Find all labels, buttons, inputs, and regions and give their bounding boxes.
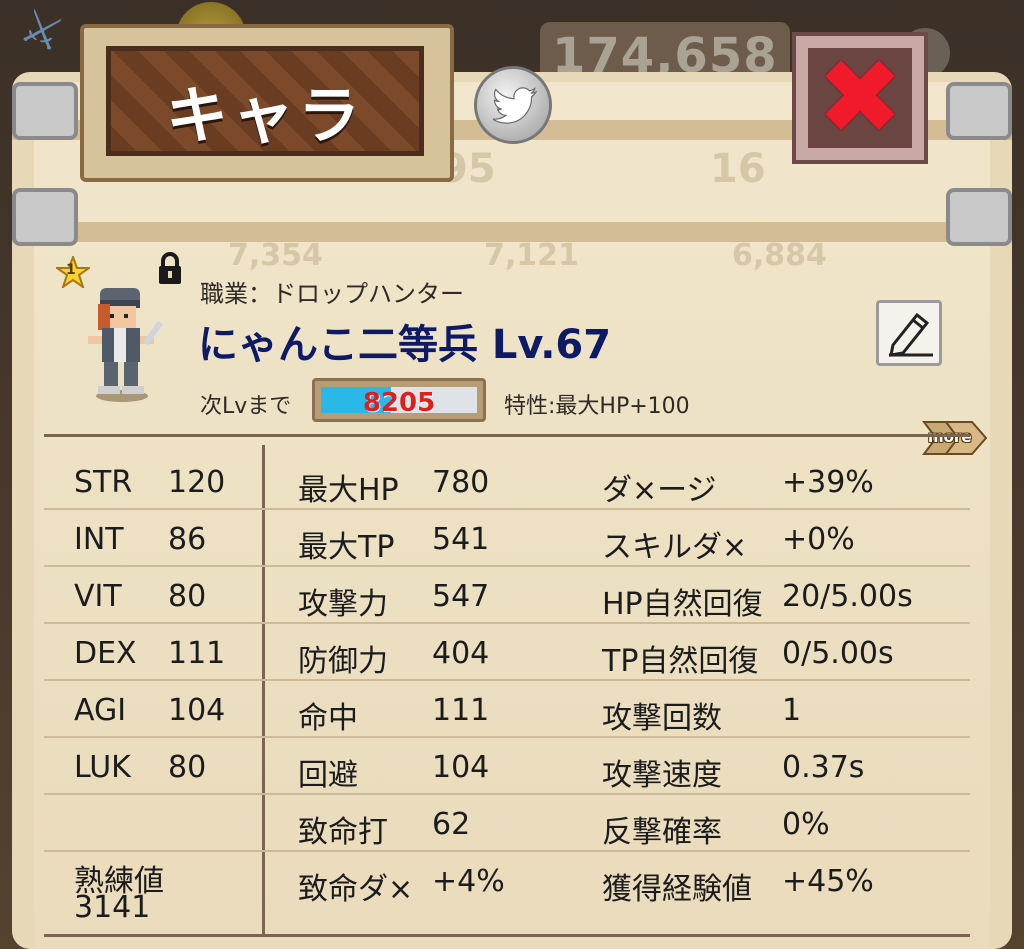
extra-stat-value: 0% — [782, 807, 830, 842]
combat-stat-label: 致命打 — [298, 815, 388, 850]
extra-stat-label: 攻撃速度 — [602, 758, 722, 793]
extra-stat-label: 獲得経験値 — [602, 872, 752, 907]
extra-stat-value: 20/5.00s — [782, 579, 913, 614]
base-stat-label: DEX — [74, 636, 137, 671]
trait-label: 特性:最大HP+100 — [504, 394, 690, 419]
extra-stat-value: 0.37s — [782, 750, 865, 785]
extra-stat-value: 1 — [782, 693, 802, 728]
frame-clamp-icon — [946, 82, 1012, 140]
row-divider — [44, 850, 970, 852]
extra-stat-label: 攻撃回数 — [602, 701, 722, 736]
combat-stat-label: 致命ダ× — [298, 872, 414, 907]
title-plate: キャラ — [80, 24, 454, 182]
twitter-share-button[interactable] — [474, 66, 552, 144]
base-stat-label: INT — [74, 522, 124, 557]
base-stat-value: 80 — [168, 579, 207, 614]
base-stat-value: 120 — [168, 465, 226, 500]
faint-value: 6,884 — [732, 238, 827, 273]
title-board: キャラ — [106, 46, 424, 156]
extra-stat-label: ダ×ージ — [602, 473, 717, 508]
combat-stat-label: 最大TP — [298, 530, 395, 565]
row-divider — [44, 793, 970, 795]
base-stat-label: LUK — [74, 750, 131, 785]
combat-stat-label: 最大HP — [298, 473, 399, 508]
extra-stat-value: +0% — [782, 522, 855, 557]
combat-stat-value: 111 — [432, 693, 490, 728]
combat-stat-label: 防御力 — [298, 644, 388, 679]
row-divider — [44, 736, 970, 738]
exp-track: 8205 — [321, 387, 477, 418]
column-divider — [262, 445, 265, 935]
frame-clamp-icon — [12, 82, 78, 140]
combat-stat-value: +4% — [432, 864, 505, 899]
frame-clamp-icon — [12, 188, 78, 246]
combat-stat-value: 780 — [432, 465, 490, 500]
base-stat-label: STR — [74, 465, 133, 500]
job-label: 職業：ドロップハンター — [200, 280, 464, 308]
exp-remaining-value: 8205 — [362, 388, 436, 418]
stats-table: STR 120 最大HP 780 ダ×ージ +39% INT 86 最大TP 541 スキルダ× +0… — [44, 434, 970, 945]
extra-stat-label: スキルダ× — [602, 530, 748, 565]
extra-stat-value: +39% — [782, 465, 874, 500]
combat-stat-label: 回避 — [298, 758, 358, 793]
character-sprite — [88, 288, 163, 402]
frame-clamp-icon — [946, 188, 1012, 246]
combat-stat-value: 104 — [432, 750, 490, 785]
faint-value: 16 — [710, 146, 766, 192]
combat-stat-value: 62 — [432, 807, 471, 842]
page-title: キャラ — [165, 79, 364, 152]
base-stat-value: 80 — [168, 750, 207, 785]
extra-stat-label: TP自然回復 — [602, 644, 759, 679]
close-button-inner: ✖ — [808, 42, 912, 152]
faint-value: 7,354 — [228, 238, 323, 273]
base-stat-label: AGI — [74, 693, 127, 728]
row-divider — [44, 679, 970, 681]
base-stat-value: 111 — [168, 636, 226, 671]
proficiency-value: 3141 — [74, 890, 151, 925]
extra-stat-value: 0/5.00s — [782, 636, 894, 671]
combat-stat-value: 541 — [432, 522, 490, 557]
edit-name-button[interactable] — [876, 300, 942, 366]
close-x-icon: ✖ — [816, 36, 904, 158]
twitter-bird-icon — [493, 87, 537, 124]
row-divider — [44, 565, 970, 567]
next-level-label: 次Lvまで — [200, 394, 292, 419]
exp-progress-bar: 8205 — [312, 378, 486, 422]
close-button[interactable]: ✖ — [792, 32, 928, 164]
extra-stat-value: +45% — [782, 864, 874, 899]
combat-stat-value: 547 — [432, 579, 490, 614]
pencil-icon — [889, 312, 933, 357]
combat-stat-label: 攻撃力 — [298, 587, 388, 622]
base-stat-label: VIT — [74, 579, 122, 614]
faint-value: 7,121 — [484, 238, 579, 273]
combat-stat-label: 命中 — [298, 701, 358, 736]
row-divider — [44, 508, 970, 510]
row-divider — [44, 622, 970, 624]
extra-stat-label: 反撃確率 — [602, 815, 722, 850]
combat-stat-value: 404 — [432, 636, 490, 671]
star-rank-number: 1 — [66, 262, 76, 278]
extra-stat-label: HP自然回復 — [602, 587, 763, 622]
character-name: にゃんこ二等兵 Lv.67 — [198, 322, 612, 368]
base-stat-value: 104 — [168, 693, 226, 728]
base-stat-value: 86 — [168, 522, 207, 557]
table-bottom-border — [44, 934, 970, 937]
